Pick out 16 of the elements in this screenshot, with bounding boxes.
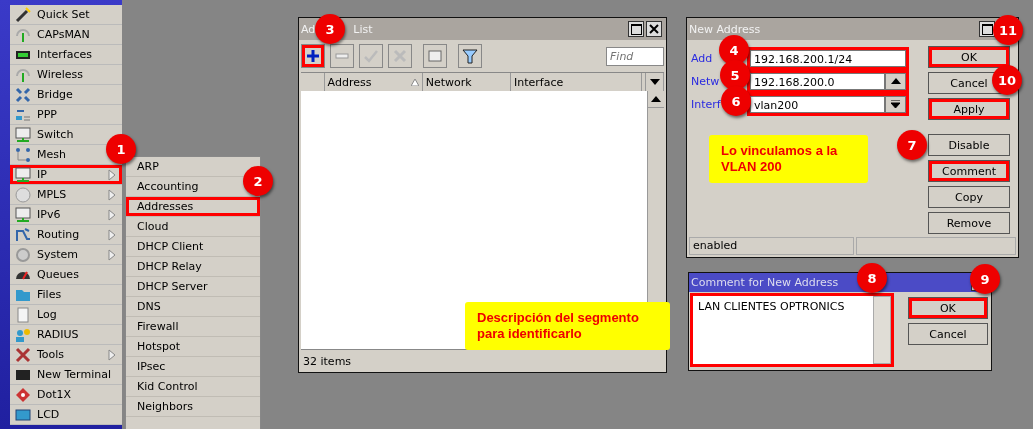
- status-text: 32 items: [303, 354, 352, 368]
- window-title: Ad: [301, 22, 316, 36]
- step-number-tooltip: 11: [993, 15, 1023, 45]
- field-label: Netw: [691, 74, 720, 88]
- status-text: enabled: [689, 237, 854, 255]
- window-title: Comment for New Address: [691, 276, 839, 289]
- step-number-tooltip: 2: [243, 166, 273, 196]
- field-label: Interf: [691, 97, 721, 111]
- field-label: Add: [691, 51, 713, 65]
- window-title: List: [353, 22, 373, 36]
- step-number-tooltip: 3: [315, 14, 345, 44]
- step-number-tooltip: 8: [857, 263, 887, 293]
- callout-tooltip: Lo vinculamos a la VLAN 200: [709, 135, 868, 183]
- step-number-tooltip: 9: [970, 264, 1000, 294]
- callout-tooltip: Descripción del segmento para identificarlo: [465, 302, 670, 350]
- window-title: New Address: [689, 22, 761, 36]
